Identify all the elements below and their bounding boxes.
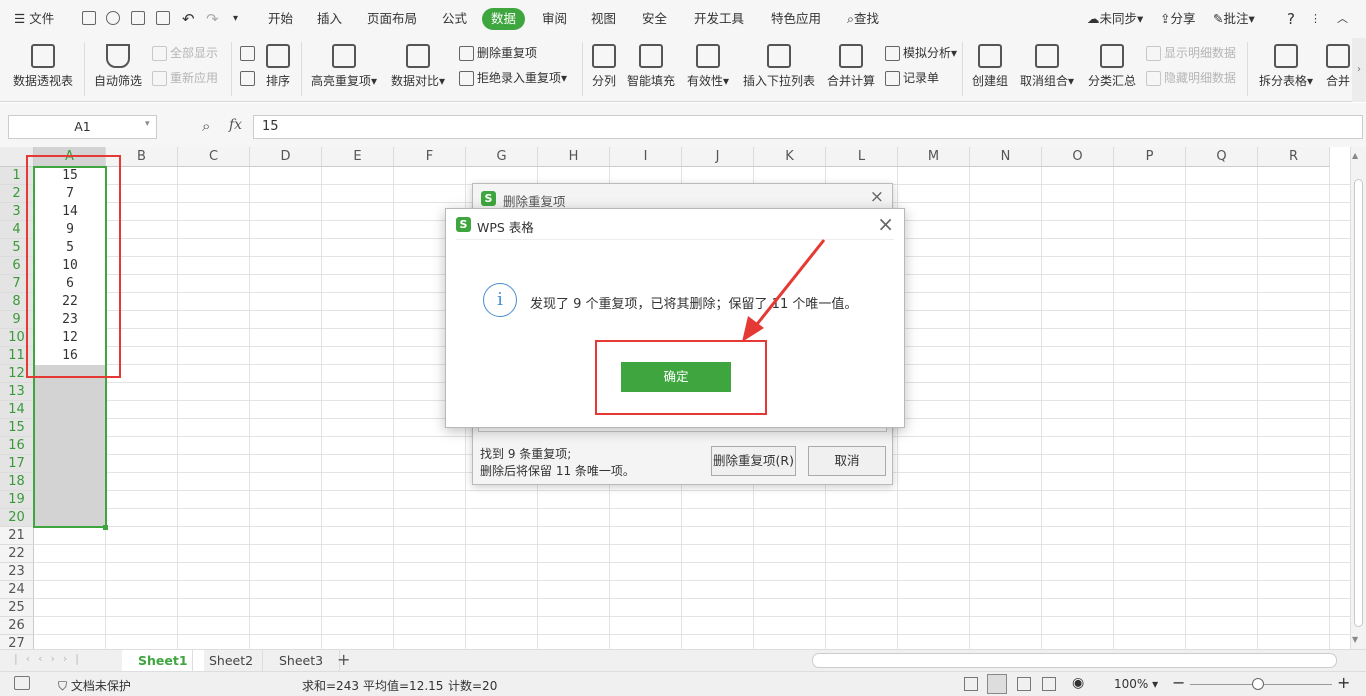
page-layout-icon[interactable] — [1017, 677, 1031, 691]
zoom-in-icon[interactable]: + — [1337, 673, 1350, 692]
normal-view-icon[interactable] — [987, 674, 1007, 694]
fullscreen-icon[interactable] — [964, 677, 978, 691]
count-stat: 计数=20 — [448, 679, 498, 693]
sheet-bar: |‹‹››| Sheet1 Sheet2 Sheet3 + — [0, 649, 1366, 671]
status-bar: ⛉ 文档未保护 求和=243 平均值=12.15 计数=20 ◉ 100% ▾ … — [0, 671, 1366, 696]
zoom-slider-thumb[interactable] — [1252, 678, 1264, 690]
zoom-out-icon[interactable]: − — [1172, 673, 1185, 692]
add-sheet-icon[interactable]: + — [337, 650, 350, 669]
sum-stat: 求和=243 — [302, 679, 359, 693]
arrow-shaft — [752, 239, 826, 329]
sheet-tab-3[interactable]: Sheet3 — [262, 650, 341, 671]
horizontal-scrollbar[interactable] — [812, 653, 1337, 668]
view-icon[interactable] — [14, 676, 30, 690]
annotation-arrow — [742, 239, 826, 342]
protect-status[interactable]: ⛉ 文档未保护 — [58, 677, 131, 694]
sheet-tab-2[interactable]: Sheet2 — [192, 650, 269, 671]
sheet-nav-icons[interactable]: |‹‹››| — [14, 652, 87, 665]
average-stat: 平均值=12.15 — [363, 679, 444, 693]
zoom-level[interactable]: 100% ▾ — [1114, 677, 1158, 691]
shield-icon: ⛉ — [58, 679, 68, 693]
eye-protection-icon[interactable]: ◉ — [1072, 675, 1084, 691]
page-break-icon[interactable] — [1042, 677, 1056, 691]
